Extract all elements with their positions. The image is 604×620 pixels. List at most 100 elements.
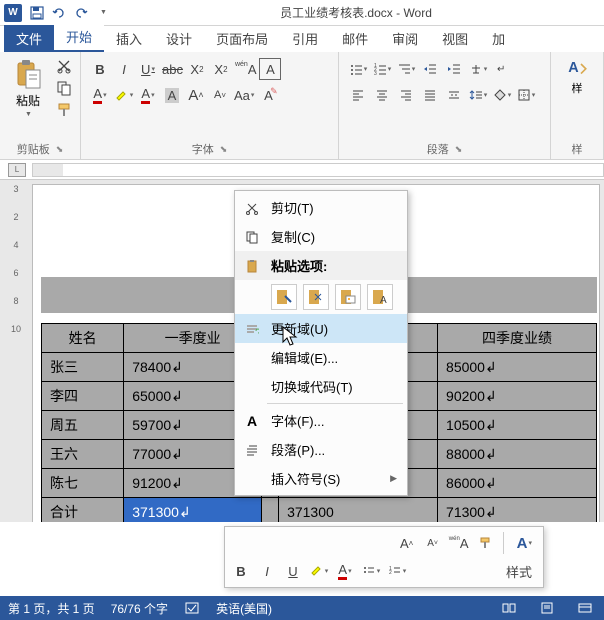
chevron-down-icon: ▼	[25, 111, 32, 118]
col-q4[interactable]: 四季度业绩	[438, 324, 597, 353]
align-right-button[interactable]	[395, 84, 417, 106]
clipboard-icon	[243, 257, 261, 275]
mini-italic[interactable]: I	[255, 559, 279, 583]
status-words[interactable]: 76/76 个字	[111, 600, 168, 617]
paragraph-dialog-launcher[interactable]: ⬊	[455, 144, 463, 155]
change-case-button[interactable]: Aa▾	[233, 84, 255, 106]
align-center-button[interactable]	[371, 84, 393, 106]
ribbon-tabs: 文件 开始 插入 设计 页面布局 引用 邮件 审阅 视图 加	[0, 26, 604, 52]
font-dialog-launcher[interactable]: ⬊	[220, 144, 228, 155]
mini-bold[interactable]: B	[229, 559, 253, 583]
tab-view[interactable]: 视图	[430, 25, 480, 52]
subscript-button[interactable]: X2	[186, 58, 208, 80]
show-marks-button[interactable]: ↵	[491, 58, 513, 80]
styles-button[interactable]: A 样	[557, 56, 597, 96]
borders-button[interactable]: ▾	[515, 84, 537, 106]
tab-insert[interactable]: 插入	[104, 25, 154, 52]
phonetic-guide-button[interactable]: wénA	[234, 58, 258, 80]
numbering-button[interactable]: 123▾	[371, 58, 393, 80]
multilevel-button[interactable]: ▾	[395, 58, 417, 80]
shading-button[interactable]: ▾	[491, 84, 513, 106]
grow-font-button[interactable]: A˄	[185, 84, 207, 106]
mini-highlight[interactable]: ▾	[307, 559, 331, 583]
separator	[267, 403, 403, 404]
font-color-button[interactable]: A▾	[89, 84, 111, 106]
char-shading-button[interactable]: A	[161, 84, 183, 106]
bold-button[interactable]: B	[89, 58, 111, 80]
ctx-paragraph[interactable]: 段落(P)...	[235, 435, 407, 464]
status-page[interactable]: 第 1 页，共 1 页	[8, 600, 95, 617]
paste-keep-source-button[interactable]	[271, 284, 297, 310]
vertical-ruler[interactable]: 3 2 4 6 8 10	[8, 184, 24, 334]
distribute-button[interactable]	[443, 84, 465, 106]
ruler-track[interactable]	[32, 163, 604, 177]
copy-button[interactable]	[54, 78, 74, 98]
clipboard-dialog-launcher[interactable]: ⬊	[56, 144, 64, 155]
mini-grow-font[interactable]: A˄	[395, 531, 419, 555]
view-print-icon[interactable]	[536, 599, 558, 617]
cut-button[interactable]	[54, 56, 74, 76]
mini-underline[interactable]: U	[281, 559, 305, 583]
tab-file[interactable]: 文件	[4, 25, 54, 52]
ctx-copy[interactable]: 复制(C)	[235, 222, 407, 251]
tab-review[interactable]: 审阅	[380, 25, 430, 52]
tab-design[interactable]: 设计	[154, 25, 204, 52]
mini-format-painter[interactable]	[473, 531, 497, 555]
mini-shrink-font[interactable]: A˅	[421, 531, 445, 555]
paste-picture-button[interactable]	[335, 284, 361, 310]
strikethrough-button[interactable]: abc	[161, 58, 184, 80]
char-border-button[interactable]: A	[259, 58, 281, 80]
status-language[interactable]: 英语(美国)	[216, 600, 272, 617]
redo-icon[interactable]	[72, 4, 90, 22]
tab-home[interactable]: 开始	[54, 23, 104, 52]
qat-customize-icon[interactable]: ▼	[94, 4, 112, 22]
mini-styles[interactable]: A▾	[510, 531, 539, 555]
col-name[interactable]: 姓名	[42, 324, 124, 353]
svg-text:↵: ↵	[497, 64, 505, 75]
copy-icon	[243, 228, 261, 246]
tab-layout[interactable]: 页面布局	[204, 25, 280, 52]
paste-text-button[interactable]: A	[367, 284, 393, 310]
paste-merge-button[interactable]	[303, 284, 329, 310]
tab-selector[interactable]: L	[8, 163, 26, 177]
mini-phonetic[interactable]: wénA	[447, 531, 471, 555]
view-web-icon[interactable]	[574, 599, 596, 617]
align-justify-button[interactable]	[419, 84, 441, 106]
underline-button[interactable]: U▾	[137, 58, 159, 80]
font-color2-button[interactable]: A▾	[137, 84, 159, 106]
ctx-edit-field[interactable]: 编辑域(E)...	[235, 343, 407, 372]
mini-styles-label[interactable]: 样式	[499, 559, 539, 583]
ctx-toggle-codes[interactable]: 切换域代码(T)	[235, 372, 407, 401]
ctx-font[interactable]: A 字体(F)...	[235, 406, 407, 435]
mini-numbering[interactable]: 12▾	[385, 559, 409, 583]
horizontal-ruler[interactable]: L	[0, 160, 604, 180]
italic-button[interactable]: I	[113, 58, 135, 80]
highlight-button[interactable]: ▾	[113, 84, 135, 106]
bullets-button[interactable]: ▾	[347, 58, 369, 80]
decrease-indent-button[interactable]	[419, 58, 441, 80]
ctx-paste-options-row: A	[235, 280, 407, 314]
increase-indent-button[interactable]	[443, 58, 465, 80]
clear-format-button[interactable]: A✎	[257, 84, 279, 106]
save-icon[interactable]	[28, 4, 46, 22]
shrink-font-button[interactable]: A˅	[209, 84, 231, 106]
ctx-paste-header: 粘贴选项:	[235, 251, 407, 280]
ctx-update-field[interactable]: 更新域(U)	[235, 314, 407, 343]
view-read-icon[interactable]	[498, 599, 520, 617]
paste-button[interactable]: 粘贴 ▼	[6, 56, 50, 139]
mini-bullets[interactable]: ▾	[359, 559, 383, 583]
asian-layout-button[interactable]: ▾	[467, 58, 489, 80]
ctx-cut[interactable]: 剪切(T)	[235, 193, 407, 222]
align-left-button[interactable]	[347, 84, 369, 106]
tab-addins[interactable]: 加	[480, 25, 517, 52]
tab-references[interactable]: 引用	[280, 25, 330, 52]
tab-mailings[interactable]: 邮件	[330, 25, 380, 52]
superscript-button[interactable]: X2	[210, 58, 232, 80]
format-painter-button[interactable]	[54, 100, 74, 120]
line-spacing-button[interactable]: ▾	[467, 84, 489, 106]
mini-font-color[interactable]: A▾	[333, 559, 357, 583]
spellcheck-icon[interactable]	[184, 601, 200, 615]
undo-icon[interactable]	[50, 4, 68, 22]
svg-text:2: 2	[389, 570, 392, 576]
ctx-insert-symbol[interactable]: 插入符号(S) ▶	[235, 464, 407, 493]
